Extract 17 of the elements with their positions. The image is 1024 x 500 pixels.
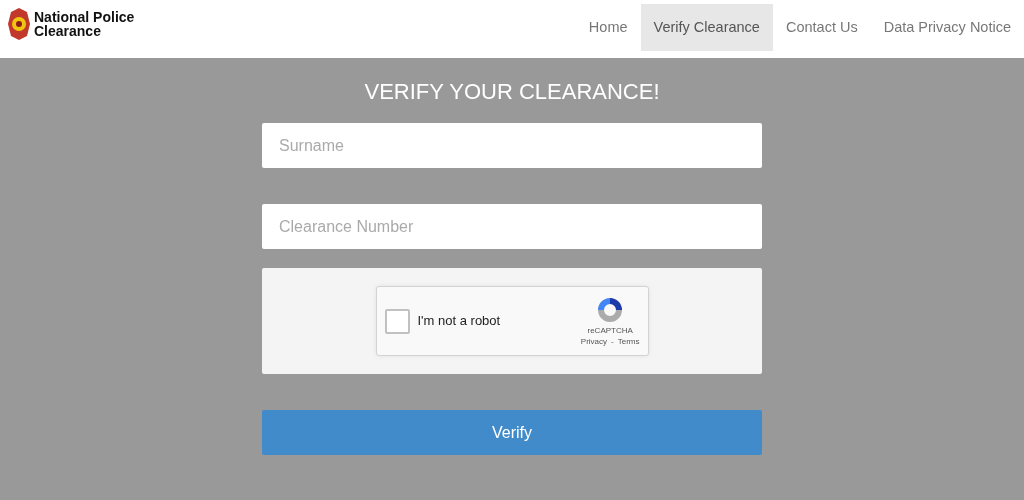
privacy-link[interactable]: Privacy — [580, 336, 608, 347]
nav-link[interactable]: Verify Clearance — [640, 4, 773, 51]
page-heading: VERIFY YOUR CLEARANCE! — [364, 78, 660, 106]
separator: - — [611, 336, 614, 347]
captcha-brand: reCAPTCHA — [587, 325, 633, 336]
captcha-checkbox[interactable] — [384, 308, 410, 334]
terms-link[interactable]: Terms — [617, 336, 640, 347]
brand-name: National Police — [34, 10, 135, 24]
input-field[interactable]: Surname — [262, 123, 762, 168]
brand-name: Clearance — [34, 24, 102, 38]
nav-link[interactable]: Contact Us — [772, 4, 871, 51]
captcha-label: I'm not a robot — [417, 312, 502, 331]
nav-link[interactable]: Data Privacy Notice — [870, 4, 1024, 51]
nav-link[interactable]: Home — [575, 4, 641, 51]
verify-button[interactable]: Verify — [262, 410, 762, 455]
input-field[interactable]: Clearance Number — [262, 204, 762, 249]
police-badge-logo — [8, 8, 30, 40]
